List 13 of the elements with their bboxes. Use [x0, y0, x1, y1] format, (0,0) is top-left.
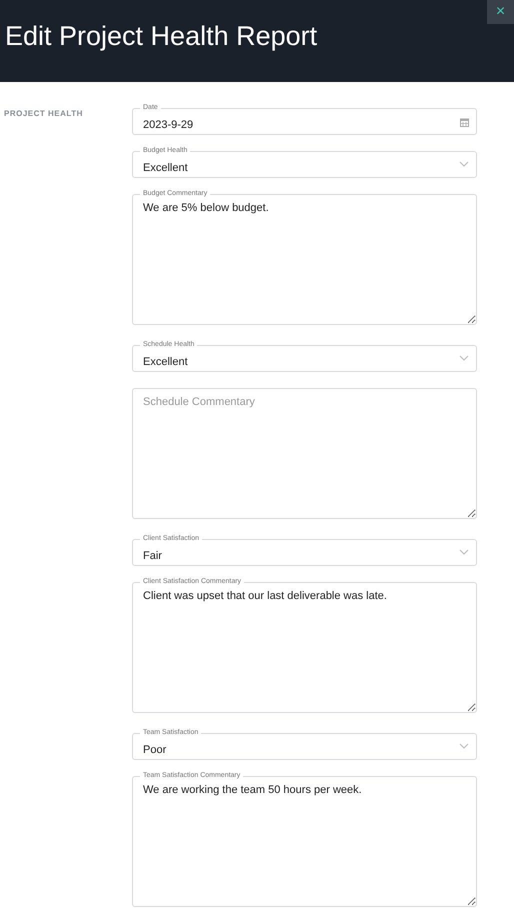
chevron-down-icon	[459, 549, 469, 555]
dropdown-field[interactable]: Excellent	[132, 345, 477, 372]
chevron-down-icon	[459, 743, 469, 749]
section-label: PROJECT HEALTH	[4, 109, 84, 118]
chevron-down-icon	[459, 355, 469, 361]
dropdown-field[interactable]: Poor	[132, 733, 477, 760]
dropdown-field[interactable]: Fair	[132, 539, 477, 566]
date-field[interactable]: 2023-9-29	[132, 108, 477, 135]
calendar-icon[interactable]	[460, 118, 469, 127]
close-button[interactable]: ×	[487, 0, 514, 24]
page-title: Edit Project Health Report	[5, 20, 318, 52]
chevron-down-icon	[459, 161, 469, 167]
commentary-field[interactable]: Schedule Commentary	[132, 388, 477, 519]
